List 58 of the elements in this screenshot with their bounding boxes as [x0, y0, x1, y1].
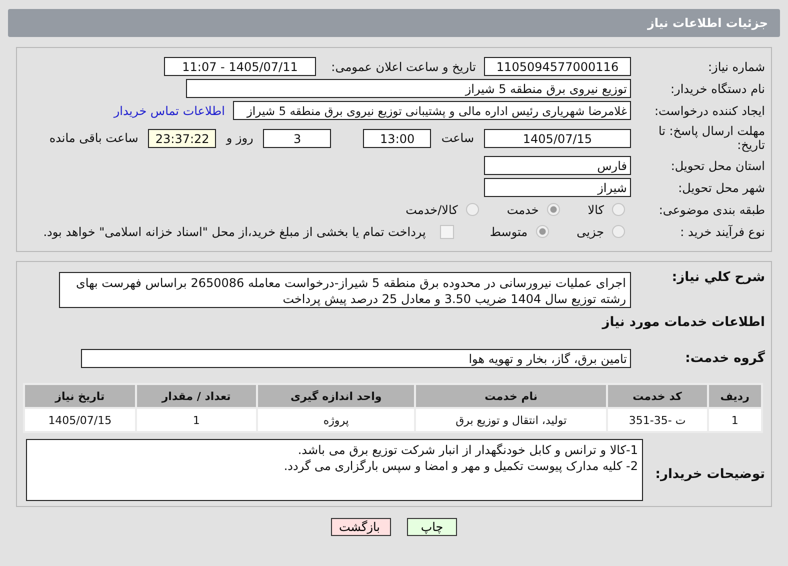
radio-button[interactable] — [612, 225, 625, 238]
requester-field: غلامرضا شهریاری رئیس اداره مالی و پشتیبانی توزیع نیروی برق منطقه 5 شیراز — [233, 101, 631, 120]
field-label: استان محل تحویل: — [670, 158, 766, 172]
table-cell: 1 — [708, 409, 761, 431]
radio-button[interactable] — [546, 203, 560, 216]
action-button[interactable]: چاپ — [407, 518, 457, 536]
column-header: نام خدمت — [416, 385, 606, 407]
note-line: 1-کالا و ترانس و کابل خودنگهدار از انبار شرکت توزیع برق می باشد. — [296, 442, 638, 458]
checkbox[interactable] — [440, 224, 454, 238]
field-label: نوع فرآیند خرید : — [679, 224, 766, 238]
description-field: اجرای عملیات نیرورسانی در محدوده برق منطقه 5 شیراز-درخواست معامله 2650086 براساس فهرست بهای رشته توزیع سال 1404 ضریب 3.50 و معادل 25 درصد پیش پرداخت — [59, 272, 631, 308]
radio-label: جزیی — [576, 224, 604, 238]
checkbox-label: پرداخت تمام یا بخشی از مبلغ خرید،از محل "اسناد خزانه اسلامی" خواهد بود. — [43, 224, 426, 238]
field-label: شرح کلي نیاز: — [670, 270, 766, 285]
section-heading: اطلاعات خدمات مورد نیاز — [602, 315, 766, 330]
city-field: شیراز — [484, 178, 631, 197]
announce-date-field: 1405/07/11 - 11:07 — [164, 57, 316, 76]
table-cell: پروژه — [258, 409, 414, 431]
action-button[interactable]: بازگشت — [331, 518, 391, 536]
province-field: فارس — [484, 156, 631, 175]
radio-label: کالا — [588, 202, 604, 216]
field-label: نام دستگاه خریدار: — [670, 82, 766, 96]
page-title: جزئیات اطلاعات نیاز — [647, 16, 768, 30]
column-header: واحد اندازه گیری — [258, 385, 414, 407]
table-cell: 1 — [136, 409, 256, 431]
radio-button[interactable] — [466, 203, 479, 216]
field-label: توضیحات خریدار: — [654, 467, 766, 482]
column-header: ردیف — [708, 385, 761, 407]
days-field: 3 — [263, 128, 332, 148]
buyer-field: توزیع نیروی برق منطقه 5 شیراز — [186, 79, 631, 98]
buyer-contact-link[interactable]: اطلاعات تماس خریدار — [114, 104, 225, 118]
table-cell: تولید، انتقال و توزیع برق — [416, 409, 606, 431]
radio-button[interactable] — [612, 203, 625, 216]
table-cell: 1405/07/15 — [25, 409, 135, 431]
table-cell: ت -35-351 — [608, 409, 707, 431]
column-header: تاریخ نیاز — [25, 385, 135, 407]
time-label: ساعت — [441, 131, 474, 145]
radio-label: کالا/خدمت — [406, 202, 458, 216]
remaining-label: ساعت باقی مانده — [49, 131, 138, 145]
field-label: ایجاد کننده درخواست: — [653, 104, 766, 118]
need-number-field: 1105094577000116 — [484, 57, 631, 76]
column-header: کد خدمت — [608, 385, 707, 407]
service-group-field: تامین برق، گاز، بخار و تهویه هوا — [81, 349, 631, 368]
column-header: تعداد / مقدار — [136, 385, 256, 407]
deadline-date-field: 1405/07/15 — [484, 128, 631, 148]
radio-label: خدمت — [506, 202, 539, 216]
field-label: گروه خدمت: — [684, 351, 766, 366]
radio-label: متوسط — [490, 224, 528, 238]
field-label: مهلت ارسال پاسخ: تا تاریخ: — [657, 124, 766, 152]
field-label: شماره نیاز: — [707, 60, 766, 74]
deadline-time-field: 13:00 — [363, 128, 432, 148]
remaining-time-field: 23:37:22 — [148, 128, 216, 148]
note-line: 2- کلیه مدارک پیوست تکمیل و مهر و امضا و سپس بارگزاری می گردد. — [282, 458, 638, 474]
radio-button[interactable] — [536, 225, 549, 238]
field-label: تاریخ و ساعت اعلان عمومی: — [330, 60, 476, 74]
field-label: طبقه بندی موضوعی: — [658, 202, 766, 216]
days-label: روز و — [226, 131, 254, 145]
field-label: شهر محل تحویل: — [677, 180, 766, 194]
